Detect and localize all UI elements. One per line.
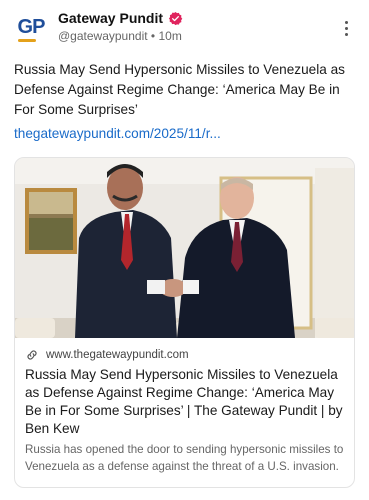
post-header: GP Gateway Pundit @gatewaypundit • 10m bbox=[14, 8, 356, 48]
post-link[interactable]: thegatewaypundit.com/2025/11/r... bbox=[14, 126, 221, 141]
handle-row: @gatewaypundit • 10m bbox=[58, 29, 182, 43]
post-time: 10m bbox=[158, 29, 182, 43]
link-preview-card[interactable]: www.thegatewaypundit.com Russia May Send… bbox=[14, 157, 355, 488]
card-body: www.thegatewaypundit.com Russia May Send… bbox=[15, 338, 354, 475]
more-vertical-icon[interactable] bbox=[336, 18, 356, 38]
name-row: Gateway Pundit bbox=[58, 10, 183, 26]
verified-badge-icon bbox=[168, 11, 183, 25]
avatar[interactable]: GP bbox=[14, 10, 48, 44]
card-domain-row: www.thegatewaypundit.com bbox=[25, 346, 346, 364]
preview-image bbox=[15, 158, 354, 338]
card-title[interactable]: Russia May Send Hypersonic Missiles to V… bbox=[25, 366, 346, 438]
account-handle: @gatewaypundit bbox=[58, 29, 148, 43]
card-domain: www.thegatewaypundit.com bbox=[46, 349, 189, 361]
avatar-logo-accent bbox=[18, 39, 36, 42]
link-chain-icon bbox=[27, 350, 37, 360]
avatar-logo-text: GP bbox=[17, 15, 46, 38]
account-name[interactable]: Gateway Pundit bbox=[58, 10, 163, 26]
post-text: Russia May Send Hypersonic Missiles to V… bbox=[14, 62, 345, 117]
separator-dot: • bbox=[150, 29, 156, 43]
card-description: Russia has opened the door to sending hy… bbox=[25, 443, 344, 473]
